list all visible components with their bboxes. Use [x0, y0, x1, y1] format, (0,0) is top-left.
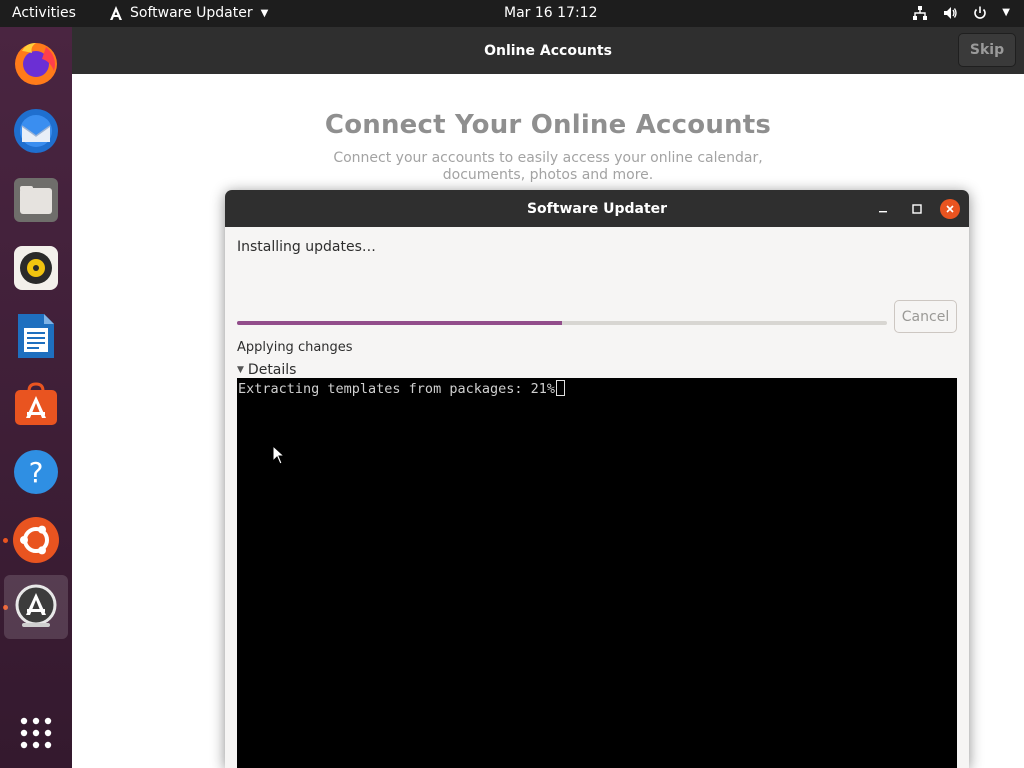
show-apps-icon [20, 717, 52, 749]
phase-text: Applying changes [237, 340, 353, 355]
show-applications-button[interactable] [8, 705, 64, 761]
close-button[interactable] [940, 199, 960, 219]
page-description: Connect your accounts to easily access y… [333, 150, 763, 183]
online-accounts-title: Online Accounts [484, 42, 612, 59]
page-heading: Connect Your Online Accounts [324, 110, 772, 140]
network-icon [913, 6, 928, 20]
skip-button[interactable]: Skip [958, 33, 1016, 67]
cancel-button[interactable]: Cancel [894, 300, 957, 333]
updater-icon [15, 584, 57, 627]
software-updater-app-icon [110, 6, 122, 20]
details-label: Details [247, 362, 297, 378]
dock-rhythmbox[interactable] [8, 240, 64, 296]
dock-help[interactable]: ? [8, 444, 64, 500]
expander-down-icon: ▼ [237, 365, 244, 375]
maximize-button[interactable] [907, 199, 927, 219]
firefox-icon [15, 43, 57, 85]
clock[interactable]: Mar 16 17:12 [504, 5, 597, 21]
help-icon: ? [14, 450, 58, 494]
app-menu[interactable]: Software Updater ▼ [108, 5, 268, 21]
minimize-button[interactable] [873, 199, 893, 219]
terminal-cursor [555, 380, 565, 396]
writer-icon [18, 314, 54, 358]
terminal-line: Extracting templates from packages: 21% [238, 381, 555, 397]
terminal-output[interactable]: Extracting templates from packages: 21% [237, 378, 957, 768]
progress-bar [237, 321, 887, 325]
dialog-title: Software Updater [526, 200, 668, 217]
dialog-titlebar[interactable]: Software Updater [225, 190, 969, 227]
rhythmbox-icon [14, 246, 58, 290]
maximize-icon [912, 204, 922, 214]
app-menu-caret-icon: ▼ [260, 7, 269, 19]
status-text: Installing updates… [237, 239, 376, 255]
online-accounts-header: Online Accounts Skip [72, 27, 1024, 74]
app-menu-label: Software Updater [130, 5, 253, 21]
dock-thunderbird[interactable] [8, 103, 64, 159]
dock-ubuntu-initial-setup[interactable] [8, 512, 64, 568]
software-icon [15, 382, 57, 425]
power-icon [974, 6, 987, 19]
system-tray[interactable]: ▼ [912, 4, 1010, 22]
dock-software-updater[interactable] [4, 575, 68, 639]
details-expander[interactable]: ▼ Details [237, 362, 296, 378]
dock: ? [0, 27, 72, 768]
svg-text:?: ? [29, 456, 44, 489]
dock-libreoffice-writer[interactable] [8, 308, 64, 364]
dock-firefox[interactable] [8, 35, 64, 91]
chevron-down-icon: ▼ [1002, 7, 1010, 18]
progress-bar-fill [237, 321, 562, 325]
volume-icon [944, 7, 957, 19]
dialog-body: Installing updates… Cancel Applying chan… [225, 227, 969, 768]
dock-files[interactable] [8, 172, 64, 228]
minimize-icon [879, 211, 887, 213]
mouse-pointer-icon [272, 445, 286, 465]
close-icon [946, 205, 954, 213]
top-bar: Activities Software Updater ▼ Mar 16 17:… [0, 0, 1024, 27]
software-updater-dialog: Software Updater Installing updates… Can… [225, 190, 969, 768]
activities-button[interactable]: Activities [12, 5, 76, 21]
dock-ubuntu-software[interactable] [8, 376, 64, 432]
ubuntu-icon [13, 517, 59, 563]
files-icon [14, 178, 58, 222]
thunderbird-icon [14, 109, 58, 153]
